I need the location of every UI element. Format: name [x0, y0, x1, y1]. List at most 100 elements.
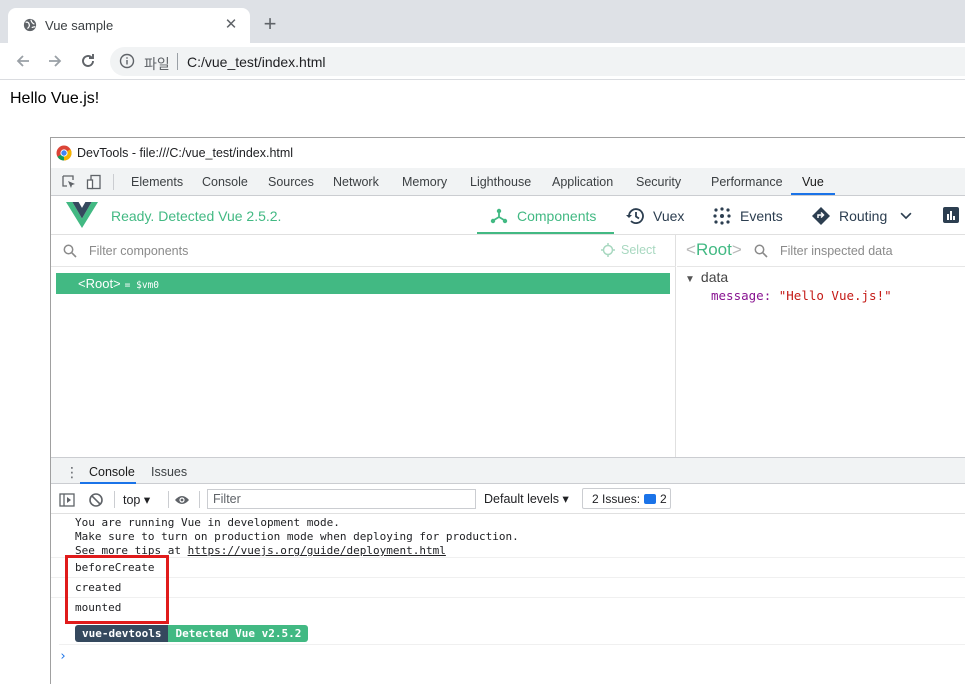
sidebar-toggle-icon[interactable]: [59, 492, 75, 508]
drawer-tabbar: ⋮ Console Issues: [51, 457, 965, 484]
url-text[interactable]: C:/vue_test/index.html: [187, 54, 326, 70]
toolbar-divider: [199, 491, 200, 508]
nav-components[interactable]: Components: [489, 206, 596, 226]
tab-title: Vue sample: [45, 18, 114, 33]
issue-message-icon: [644, 494, 657, 504]
issues-label: 2 Issues:: [592, 492, 641, 506]
nav-vuex[interactable]: Vuex: [625, 206, 684, 226]
tab-lighthouse[interactable]: Lighthouse: [470, 175, 531, 189]
vue-logo-icon: [66, 202, 98, 228]
console-filter-input[interactable]: Filter: [207, 489, 476, 509]
tab-application[interactable]: Application: [552, 175, 613, 189]
nav-events-label: Events: [740, 208, 783, 224]
inspected-component-name: <Root>: [686, 240, 742, 259]
lifecycle-highlight-box: [65, 555, 169, 624]
console-prompt[interactable]: ›: [59, 644, 965, 664]
data-section-label: data: [700, 269, 729, 285]
dev-mode-message: You are running Vue in development mode.…: [75, 516, 519, 558]
browser-tabstrip: Vue sample ✕ +: [0, 0, 965, 43]
drawer-tab-issues[interactable]: Issues: [151, 465, 187, 479]
select-component-button[interactable]: Select: [601, 243, 656, 257]
url-scheme-label: 파일: [144, 56, 170, 72]
nav-vuex-label: Vuex: [653, 208, 685, 224]
close-icon[interactable]: ✕: [222, 16, 240, 34]
address-bar[interactable]: 파일 C:/vue_test/index.html: [110, 47, 965, 76]
eye-icon[interactable]: [174, 492, 190, 508]
context-selector[interactable]: top ▾: [123, 492, 150, 507]
devtools-titlebar: DevTools - file:///C:/vue_test/index.htm…: [51, 138, 965, 168]
clear-console-icon[interactable]: [88, 492, 104, 508]
toolbar-divider: [114, 491, 115, 508]
property-value: "Hello Vue.js!": [778, 288, 892, 303]
select-label: Select: [621, 243, 656, 257]
browser-tab[interactable]: Vue sample ✕: [8, 8, 250, 43]
nav-events[interactable]: Events: [712, 206, 783, 226]
chevron-down-icon: [900, 212, 912, 220]
tab-security[interactable]: Security: [636, 175, 681, 189]
message-line: You are running Vue in development mode.: [75, 516, 340, 529]
browser-toolbar: 파일 C:/vue_test/index.html: [0, 43, 965, 80]
performance-chart-icon[interactable]: [943, 207, 959, 223]
issues-counter-button[interactable]: 2 Issues: 2: [582, 488, 671, 509]
vue-devtools-header: Ready. Detected Vue 2.5.2. Components Vu…: [51, 196, 965, 235]
search-icon: [754, 244, 768, 258]
inspector-header: <Root> Filter inspected data: [677, 235, 965, 267]
vm-ref-label: = $vm0: [124, 280, 159, 291]
issues-count: 2: [660, 492, 667, 506]
tab-network[interactable]: Network: [333, 175, 379, 189]
tab-memory[interactable]: Memory: [402, 175, 447, 189]
tab-vue[interactable]: Vue: [802, 175, 824, 189]
more-options-icon[interactable]: ⋮: [65, 464, 79, 481]
root-component-label: <Root>: [78, 276, 121, 291]
console-output: You are running Vue in development mode.…: [51, 514, 965, 685]
devtools-tabbar: Elements Console Sources Network Memory …: [51, 168, 965, 196]
data-section-toggle[interactable]: ▼ data: [685, 269, 728, 285]
devtools-window: DevTools - file:///C:/vue_test/index.htm…: [50, 137, 965, 685]
tab-console[interactable]: Console: [202, 175, 248, 189]
toolbar-divider: [113, 174, 114, 190]
inspector-pane: <Root> Filter inspected data ▼ data messa…: [677, 235, 965, 457]
console-log-line: created: [51, 577, 965, 597]
target-icon: [601, 243, 615, 257]
inspect-element-icon[interactable]: [61, 174, 77, 190]
component-tree-root[interactable]: <Root> = $vm0: [56, 273, 670, 294]
events-icon: [713, 207, 731, 225]
filter-inspected-placeholder[interactable]: Filter inspected data: [780, 244, 893, 258]
new-tab-button[interactable]: +: [260, 13, 280, 35]
badge-name: vue-devtools: [75, 625, 169, 642]
deployment-guide-link[interactable]: https://vuejs.org/guide/deployment.html: [188, 544, 446, 557]
vue-devtools-badge: vue-devtools Detected Vue v2.5.2: [75, 625, 309, 642]
tab-sources[interactable]: Sources: [268, 175, 314, 189]
component-filter[interactable]: Filter components Select: [51, 235, 676, 267]
components-pane: Filter components Select <Root> = $vm0: [51, 235, 676, 457]
tab-performance[interactable]: Performance: [711, 175, 783, 189]
routing-icon: [812, 207, 830, 225]
nav-routing-label: Routing: [839, 208, 888, 224]
globe-icon: [23, 18, 37, 32]
caret-down-icon: ▼: [685, 274, 695, 285]
reload-icon[interactable]: [78, 51, 98, 71]
vue-nav-indicator: [477, 232, 614, 234]
tab-elements[interactable]: Elements: [131, 175, 183, 189]
badge-text: Detected Vue v2.5.2: [168, 625, 309, 642]
devtools-title: DevTools - file:///C:/vue_test/index.htm…: [77, 146, 294, 160]
omnibox-divider: [177, 53, 178, 70]
filter-components-placeholder[interactable]: Filter components: [89, 244, 188, 258]
vue-status: Ready. Detected Vue 2.5.2.: [111, 208, 282, 224]
property-key: message: [711, 288, 764, 303]
nav-components-label: Components: [517, 208, 597, 224]
console-log-line: beforeCreate: [51, 557, 965, 577]
history-icon: [626, 208, 644, 224]
info-icon[interactable]: [119, 53, 135, 69]
forward-arrow-icon[interactable]: [45, 51, 65, 71]
console-log-line: mounted: [51, 597, 965, 617]
data-property-row[interactable]: message: "Hello Vue.js!": [711, 288, 892, 303]
back-arrow-icon[interactable]: [13, 51, 33, 71]
nav-routing[interactable]: Routing: [811, 206, 913, 226]
drawer-tab-console[interactable]: Console: [89, 465, 135, 479]
search-icon: [63, 244, 77, 258]
device-toolbar-icon[interactable]: [86, 174, 102, 190]
active-tab-indicator: [791, 193, 835, 195]
message-line: Make sure to turn on production mode whe…: [75, 530, 519, 543]
log-levels-dropdown[interactable]: Default levels ▾: [484, 491, 569, 506]
